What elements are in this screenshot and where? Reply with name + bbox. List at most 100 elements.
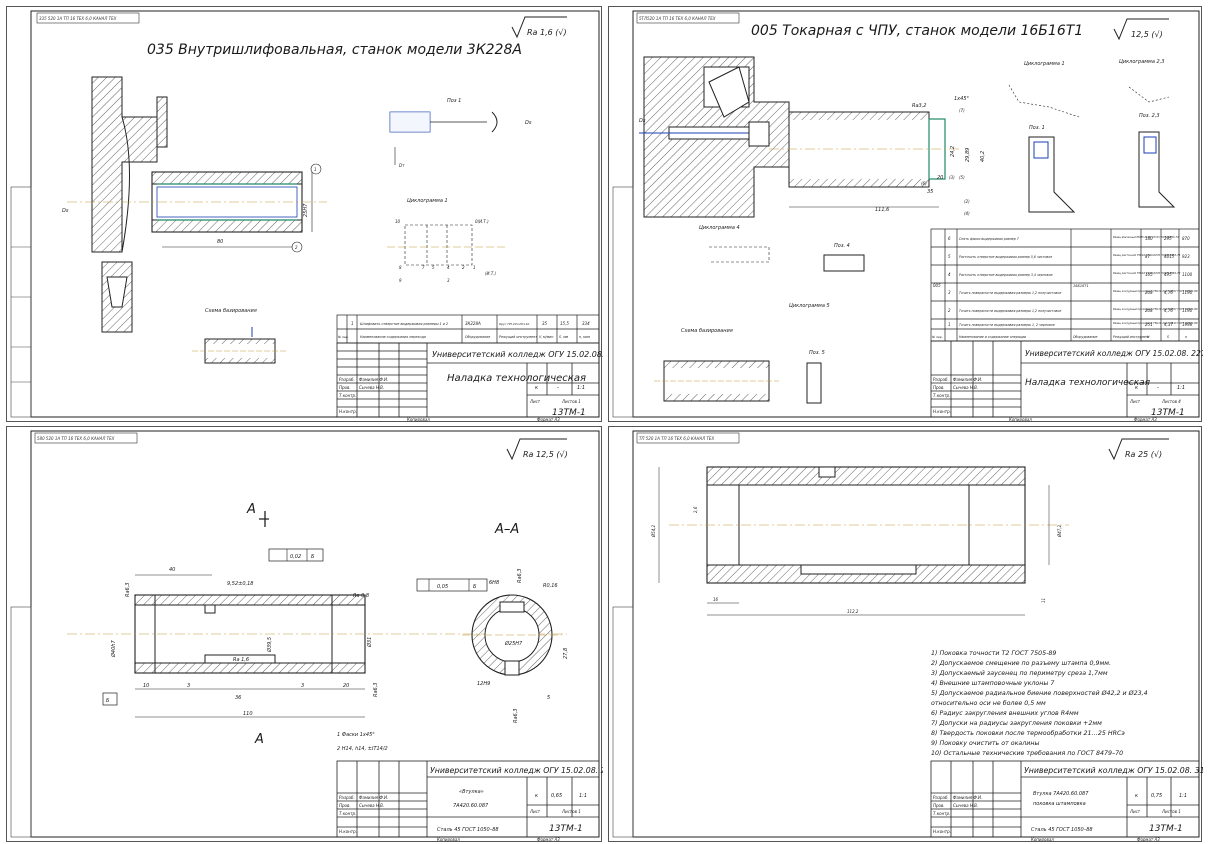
roughness-label: Ra 1,6 (√): [527, 28, 567, 37]
br-tb-nkontr: Н.контр.: [933, 829, 951, 834]
tr-row4-s: 4,76: [1164, 290, 1173, 295]
tr-tb-prov: Пров.: [933, 385, 945, 390]
op-h-s: S, мм: [559, 335, 569, 339]
tr-tb-doc: Наладка технологическая: [1025, 378, 1151, 388]
tb-format: Формат А3: [537, 417, 560, 422]
tr-h-n: n: [1185, 335, 1187, 339]
br-tb-scale: 1:1: [1179, 793, 1187, 799]
tb-mass: -: [557, 385, 559, 391]
bl-tb-razrab: Разраб.: [339, 795, 355, 800]
tr-row2-s: 4615: [1164, 254, 1175, 259]
cyc-7: 7: [422, 265, 425, 270]
bl-tb-name1: Фамилия Ф.И.: [359, 795, 388, 800]
tr-row1-v: 180: [1145, 236, 1153, 241]
bl-tb-copy: Копировал: [437, 837, 460, 842]
pos4-label-tr: Поз. 4: [834, 243, 850, 249]
sheet-br-drawing: ТП 520 1А ТП 16 ТЕХ 6,0 КАНАЛ ТЕХ Ra 25 …: [612, 430, 1203, 842]
br-note-5: 5) Допускаемое радиальное биение поверхн…: [931, 689, 1148, 697]
cyc1-label-tr: Циклограмма 1: [1024, 61, 1065, 67]
corner-stamp: 335 520 1А ТП 16 ТЕХ 6,0 КАНАЛ ТЕХ: [39, 16, 117, 21]
bl-d395: Ø39,5: [266, 637, 273, 653]
cyc23-label-tr: Циклограмма 2,3: [1119, 59, 1164, 65]
bl-d36: 36: [235, 695, 241, 701]
bl-d31: Ø31: [366, 637, 373, 648]
sheet-bushing-drawing: 580 520 1А ТП 16 ТЕХ 6,0 КАНАЛ ТЕХ Ra 12…: [6, 426, 603, 842]
br-tb-lit: к: [1135, 793, 1138, 799]
op-row-v: 35: [542, 321, 548, 326]
op-h-equip: Оборудование: [465, 335, 490, 339]
op-h-v: V, м/мин: [539, 335, 554, 339]
tr-d1116: 111,6: [875, 207, 889, 213]
br-tb-group: 13ТМ-1: [1149, 824, 1183, 834]
tr-op-num: 005: [933, 283, 941, 288]
bl-d278: 27,8: [563, 648, 569, 659]
tr-d20: 20: [937, 175, 943, 181]
cyclogram1-path: [404, 224, 473, 266]
tb-doc: Наладка технологическая: [447, 373, 586, 384]
bl-ra63d: Ra6,3: [513, 709, 519, 724]
cyc-3: 3: [447, 278, 450, 283]
tr-tb-org: Университетский колледж ОГУ 15.02.08. 22…: [1025, 349, 1203, 358]
tr-h-equip: Оборудование: [1073, 335, 1097, 339]
tr-ds: Ds: [639, 118, 646, 124]
tr-row1-desc: Снять фаски выдерживая размер 7: [959, 237, 1019, 241]
tr-row6-s: 4,37: [1164, 322, 1173, 327]
br-tb-sheet: Лист: [1129, 809, 1141, 814]
corner-stamp-bl: 580 520 1А ТП 16 ТЕХ 6,0 КАНАЛ ТЕХ: [37, 436, 115, 441]
cyc-1: 1: [473, 265, 476, 270]
br-tb-title2: поковка штамповка: [1033, 801, 1086, 807]
tr-row3-desc: Расточить отверстие выдерживая размер 3,…: [959, 273, 1053, 277]
br-tb-copy: Копировал: [1031, 837, 1054, 842]
dim-80: 80: [217, 239, 223, 245]
bl-ra63b: Ra6,3: [373, 683, 379, 698]
bl-d110: 110: [243, 711, 253, 717]
cyc-8: 8: [399, 265, 402, 270]
tr-d35: 35: [927, 189, 933, 195]
tr-row1-s: 295: [1164, 236, 1172, 241]
bl-note1: 1 Фаски 1х45°: [337, 732, 375, 738]
bl-base-b2: Б: [106, 698, 110, 704]
tr-ra32: Ra3,2: [912, 103, 927, 109]
bl-tb-scale: 1:1: [579, 793, 587, 799]
bl-tb-material: Сталь 45 ГОСТ 1050–88: [437, 827, 499, 833]
tr-row5-num: 2: [948, 308, 951, 313]
tr-row6-desc: Точить поверхности выдерживая размеры 1,…: [959, 323, 1055, 327]
tr-row1-n: 870: [1182, 236, 1190, 241]
bl-d3a: 3: [187, 683, 190, 689]
tr-row2-desc: Расточить отверстие выдерживая размер 5,…: [959, 255, 1052, 259]
sheet-tr-drawing: 5ТЛ520 1А ТП 16 ТЕХ 6,0 КАНАЛ ТЕХ 12,5 (…: [612, 10, 1203, 422]
bl-tb-name2: Сычева Н.В.: [359, 803, 384, 808]
br-tb-org: Университетский колледж ОГУ 15.02.08. 31…: [1024, 766, 1203, 775]
section-a-bottom: А: [254, 732, 264, 747]
tr-row6-v: 251: [1145, 322, 1153, 327]
br-tb-prov: Пров.: [933, 803, 945, 808]
tb-sheet: Лист: [529, 399, 541, 404]
bl-d5: 5: [547, 695, 550, 701]
cyc-oi: 0(И.Т.): [475, 219, 489, 224]
tr-tb-name1: Фамилия Ф.И.: [953, 377, 982, 382]
roughness-label-tr: 12,5 (√): [1131, 30, 1163, 39]
chuck-assembly: [91, 76, 168, 333]
bl-d40h7: Ø40h7: [110, 640, 117, 658]
tr-h-desc: Наименование и содержание операции: [959, 335, 1026, 339]
tr-h-s: S: [1167, 335, 1169, 339]
br-tb-name1: Фамилия Ф.И.: [953, 795, 982, 800]
cyc5-label-tr: Циклограмма 5: [789, 303, 830, 309]
tb-copy: Копировал: [407, 417, 430, 422]
br-note-1: 1) Поковка точности Т2 ГОСТ 7505-89: [931, 650, 1056, 657]
bl-d10: 10: [143, 683, 149, 689]
tb-razrab: Разраб.: [339, 377, 355, 382]
br-tb-mass: 0,75: [1151, 793, 1162, 799]
bl-ra63c: Ra6,3: [517, 569, 523, 584]
pos1-d: Ds: [525, 120, 532, 126]
bl-tb-nkontr: Н.контр.: [339, 829, 357, 834]
spindle-chuck: [639, 56, 790, 218]
sheet-tl-drawing: 335 520 1А ТП 16 ТЕХ 6,0 КАНАЛ ТЕХ Ra 1,…: [10, 10, 603, 422]
roughness-label-bl: Ra 12,5 (√): [523, 450, 568, 459]
op-row-tool: Круг ПП 40×20×10: [499, 322, 529, 326]
br-d16: 16: [713, 597, 719, 602]
bl-tb-title1: «Втулка»: [459, 789, 484, 795]
tb-tkontr: Т.контр.: [339, 393, 356, 398]
cyc-9: 9: [399, 278, 402, 283]
bl-d6h8: 6Н8: [489, 580, 499, 586]
